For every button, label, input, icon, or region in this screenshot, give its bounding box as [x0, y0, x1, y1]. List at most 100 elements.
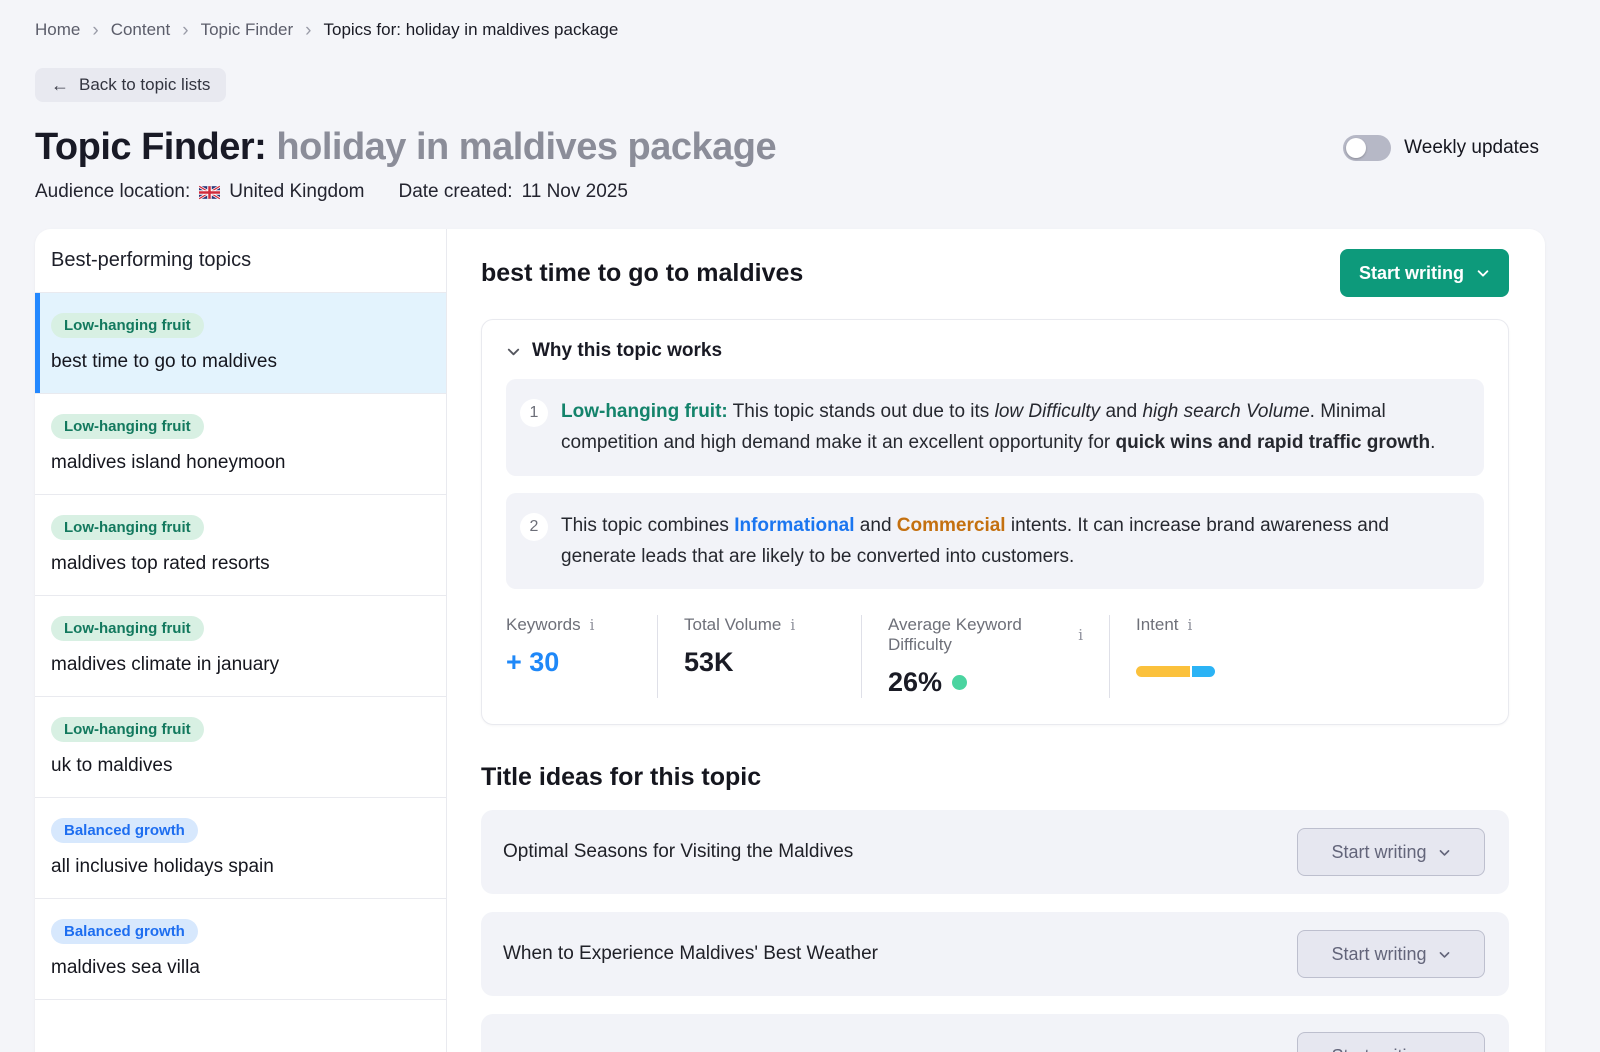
- total-volume-value: 53K: [684, 647, 835, 678]
- audience-location-label: Audience location:: [35, 181, 190, 203]
- meta-row: Audience location: United Kingdom Date c…: [35, 181, 1600, 203]
- sidebar-topic-item[interactable]: Low-hanging fruit uk to maldives: [35, 697, 446, 798]
- why-point-2: 2 This topic combines Informational and …: [506, 493, 1484, 590]
- breadcrumb-home[interactable]: Home: [35, 20, 80, 40]
- topic-metrics: Keywords i + 30 Total Volume i 53K Average…: [506, 615, 1484, 698]
- breadcrumb-current: Topics for: holiday in maldives package: [324, 20, 619, 40]
- title-idea-card: When to Experience Maldives' Best Weathe…: [481, 912, 1509, 996]
- informational-intent-label: Informational: [734, 515, 854, 536]
- topic-type-badge: Low-hanging fruit: [51, 313, 204, 338]
- chevron-down-icon: [506, 344, 521, 359]
- low-hanging-fruit-lead: Low-hanging fruit:: [561, 401, 728, 422]
- keyword-difficulty-value: 26%: [888, 667, 942, 698]
- page-title-query: holiday in maldives package: [276, 126, 776, 168]
- audience-location-value: United Kingdom: [229, 181, 364, 203]
- start-writing-label: Start writing: [1331, 1046, 1426, 1052]
- point-text: This topic combines Informational and Co…: [561, 510, 1462, 573]
- topic-label: all inclusive holidays spain: [51, 856, 430, 878]
- title-idea-text: When to Experience Maldives' Best Weathe…: [503, 943, 878, 965]
- best-performing-topics-sidebar: Best-performing topics Low-hanging fruit…: [35, 229, 447, 1052]
- page-title: Topic Finder: holiday in maldives packag…: [35, 126, 776, 169]
- intent-bar: [1136, 666, 1215, 677]
- sidebar-topic-item[interactable]: Balanced growth all inclusive holidays s…: [35, 798, 446, 899]
- sidebar-topic-item[interactable]: Low-hanging fruit best time to go to mal…: [35, 293, 446, 394]
- metric-intent: Intenti: [1136, 615, 1241, 698]
- date-created-label: Date created:: [398, 181, 512, 203]
- why-topic-works-title: Why this topic works: [532, 340, 722, 362]
- date-created-value: 11 Nov 2025: [522, 181, 628, 203]
- title-idea-text: Optimal Seasons for Visiting the Maldive…: [503, 841, 853, 863]
- point-text-part: and: [1100, 401, 1142, 422]
- weekly-updates-label: Weekly updates: [1404, 137, 1539, 159]
- topic-label: best time to go to maldives: [51, 351, 430, 373]
- metric-keyword-difficulty: Average Keyword Difficultyi 26%: [888, 615, 1110, 698]
- keywords-label: Keywords: [506, 615, 581, 635]
- sidebar-topic-item[interactable]: Low-hanging fruit maldives island honeym…: [35, 394, 446, 495]
- topic-label: uk to maldives: [51, 755, 430, 777]
- sidebar-topic-item[interactable]: Low-hanging fruit maldives climate in ja…: [35, 596, 446, 697]
- commercial-intent-label: Commercial: [897, 515, 1006, 536]
- start-writing-label: Start writing: [1359, 263, 1464, 284]
- start-writing-secondary-button[interactable]: Start writing: [1297, 1032, 1485, 1052]
- topic-title: best time to go to maldives: [481, 259, 803, 288]
- chevron-right-icon: ›: [92, 21, 98, 40]
- sidebar-topic-item[interactable]: Balanced growth maldives sea villa: [35, 899, 446, 1000]
- keywords-value: + 30: [506, 647, 631, 678]
- topic-detail-panel: best time to go to maldives Start writin…: [447, 229, 1545, 1052]
- weekly-updates-toggle[interactable]: [1343, 135, 1391, 161]
- back-to-topic-lists-button[interactable]: ← Back to topic lists: [35, 68, 226, 102]
- point-text-bold: quick wins and rapid traffic growth: [1116, 432, 1431, 453]
- chevron-down-icon: [1438, 948, 1451, 961]
- point-text-italic: low Difficulty: [995, 401, 1101, 422]
- point-text-part: This topic combines: [561, 515, 734, 536]
- start-writing-button[interactable]: Start writing: [1340, 249, 1509, 297]
- arrow-left-icon: ←: [51, 76, 69, 94]
- start-writing-secondary-button[interactable]: Start writing: [1297, 828, 1485, 876]
- topic-type-badge: Low-hanging fruit: [51, 414, 204, 439]
- topic-label: maldives sea villa: [51, 957, 430, 979]
- intent-segment-informational: [1192, 666, 1215, 677]
- intent-label: Intent: [1136, 615, 1179, 635]
- point-number: 1: [520, 399, 548, 427]
- page-title-prefix: Topic Finder:: [35, 126, 266, 168]
- breadcrumb: Home › Content › Topic Finder › Topics f…: [35, 20, 1600, 40]
- sidebar-title: Best-performing topics: [35, 229, 446, 293]
- point-text-part: .: [1430, 432, 1435, 453]
- metric-keywords: Keywords i + 30: [506, 615, 658, 698]
- back-button-label: Back to topic lists: [79, 75, 210, 95]
- breadcrumb-topic-finder[interactable]: Topic Finder: [201, 20, 294, 40]
- metric-total-volume: Total Volume i 53K: [684, 615, 862, 698]
- topic-label: maldives climate in january: [51, 654, 430, 676]
- info-icon[interactable]: i: [590, 616, 595, 634]
- sidebar-topic-item[interactable]: Low-hanging fruit maldives top rated res…: [35, 495, 446, 596]
- start-writing-secondary-button[interactable]: Start writing: [1297, 930, 1485, 978]
- point-text: Low-hanging fruit: This topic stands out…: [561, 396, 1462, 459]
- info-icon[interactable]: i: [790, 616, 795, 634]
- point-text-part: and: [855, 515, 897, 536]
- why-topic-works-card: Why this topic works 1 Low-hanging fruit…: [481, 319, 1509, 725]
- topic-header: best time to go to maldives Start writin…: [481, 249, 1509, 297]
- why-topic-works-header[interactable]: Why this topic works: [506, 340, 1484, 362]
- topic-label: maldives top rated resorts: [51, 553, 430, 575]
- toggle-knob: [1346, 138, 1366, 158]
- chevron-right-icon: ›: [182, 21, 188, 40]
- topic-type-badge: Balanced growth: [51, 919, 198, 944]
- start-writing-label: Start writing: [1331, 944, 1426, 965]
- weekly-updates: Weekly updates: [1343, 135, 1539, 161]
- why-point-1: 1 Low-hanging fruit: This topic stands o…: [506, 379, 1484, 476]
- point-text-part: This topic stands out due to its: [728, 401, 995, 422]
- topic-type-badge: Low-hanging fruit: [51, 717, 204, 742]
- info-icon[interactable]: i: [1188, 616, 1193, 634]
- topic-type-badge: Low-hanging fruit: [51, 616, 204, 641]
- point-text-italic: high search Volume: [1142, 401, 1309, 422]
- breadcrumb-content[interactable]: Content: [111, 20, 171, 40]
- chevron-down-icon: [1438, 846, 1451, 859]
- point-number: 2: [520, 513, 548, 541]
- info-icon[interactable]: i: [1078, 626, 1083, 644]
- total-volume-label: Total Volume: [684, 615, 781, 635]
- uk-flag-icon: [199, 185, 220, 200]
- intent-segment-commercial: [1136, 666, 1190, 677]
- title-row: Topic Finder: holiday in maldives packag…: [35, 126, 1600, 169]
- start-writing-label: Start writing: [1331, 842, 1426, 863]
- topic-finder-panel: Best-performing topics Low-hanging fruit…: [35, 229, 1545, 1052]
